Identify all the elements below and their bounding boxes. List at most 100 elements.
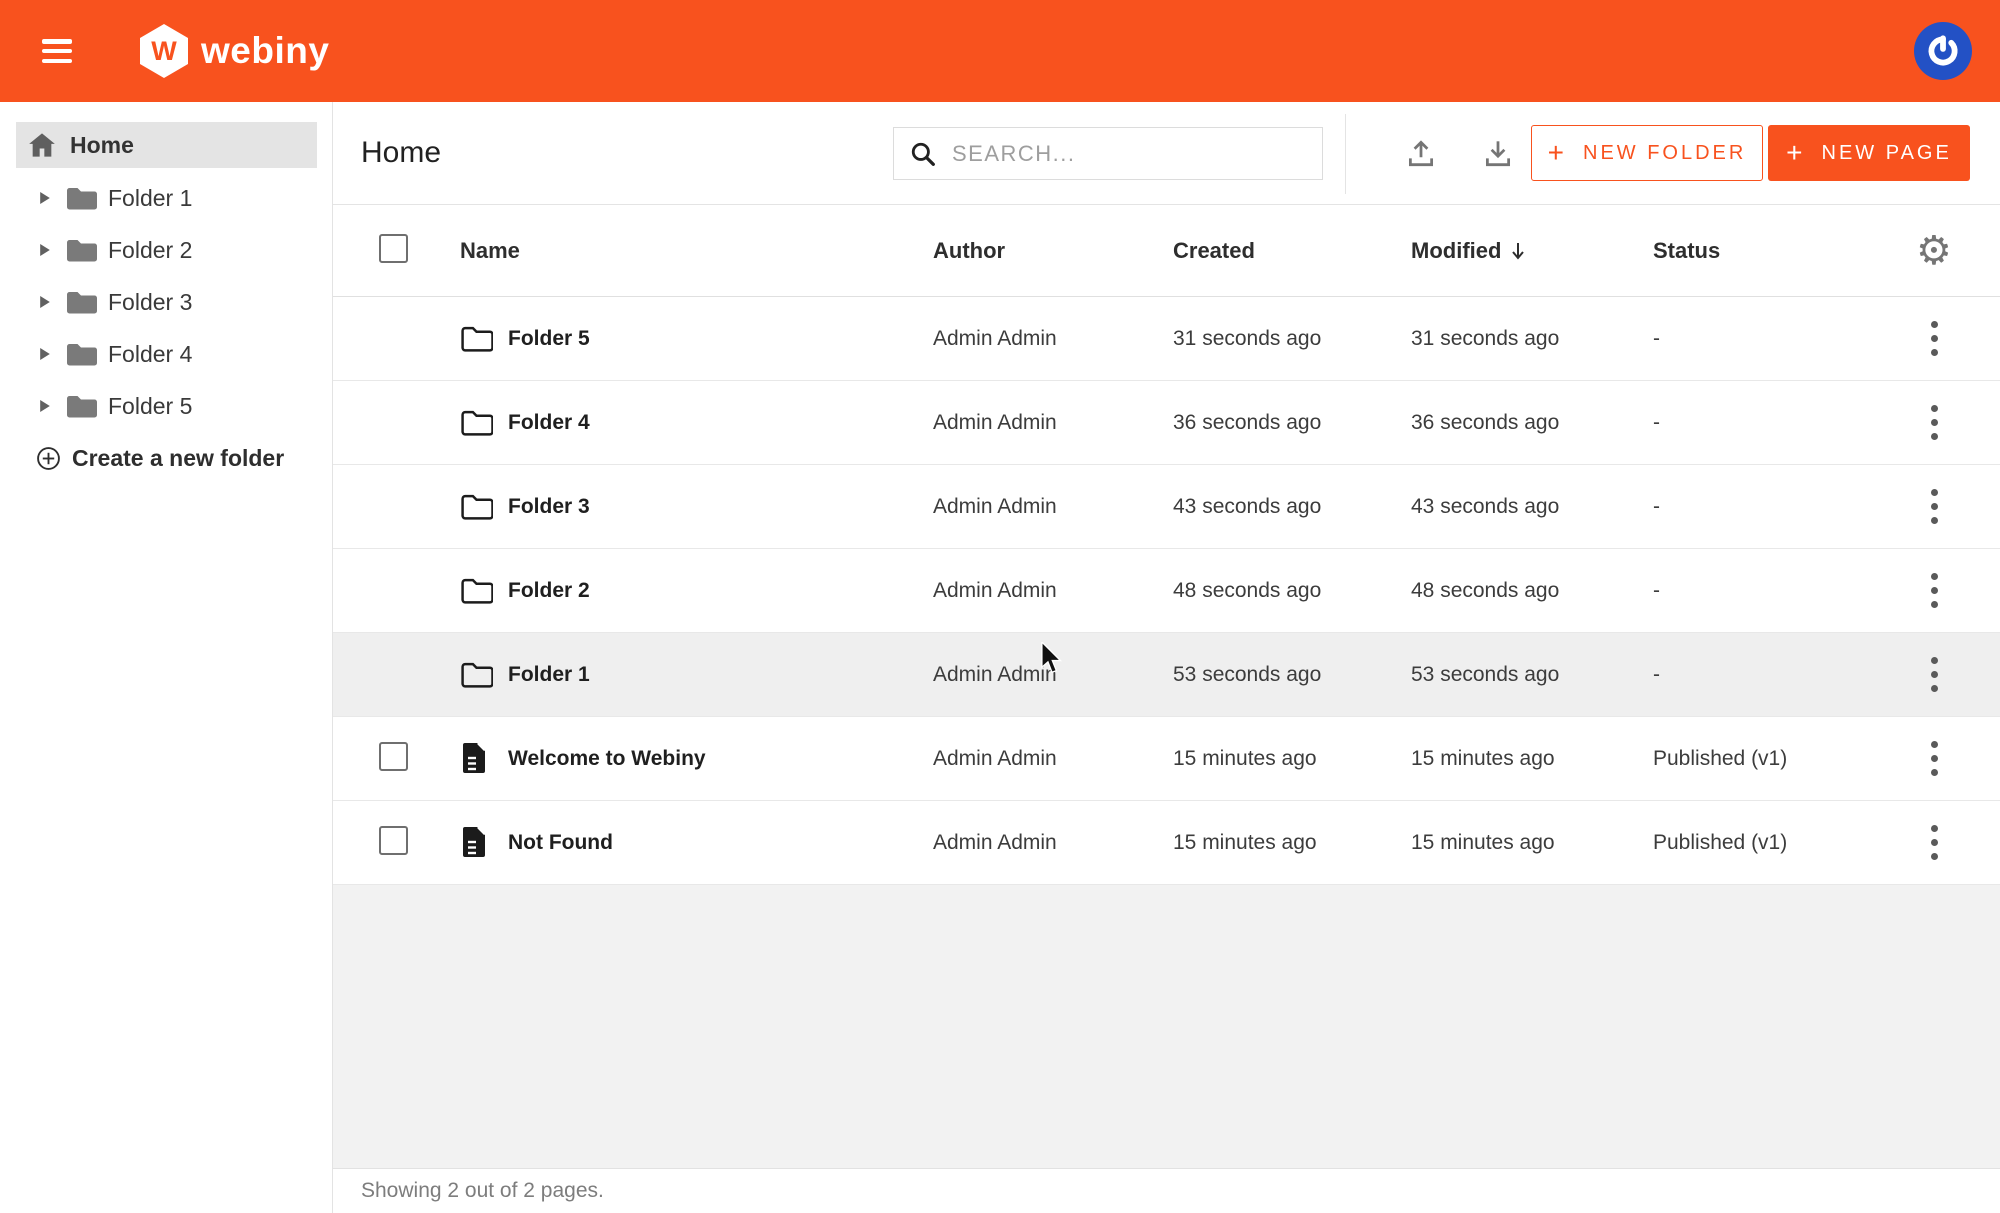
- table-header: Name Author Created Modified Status: [333, 205, 2000, 297]
- sidebar-folder-item[interactable]: Folder 2: [0, 224, 332, 276]
- row-author: Admin Admin: [933, 495, 1173, 519]
- content-header: Home: [333, 102, 2000, 205]
- table-row[interactable]: Not Found Admin Admin 15 minutes ago 15 …: [333, 801, 2000, 885]
- row-created: 15 minutes ago: [1173, 831, 1411, 855]
- export-download-button[interactable]: [1476, 131, 1520, 175]
- table-row[interactable]: Folder 1 Admin Admin 53 seconds ago 53 s…: [333, 633, 2000, 717]
- search-input[interactable]: [952, 141, 1306, 167]
- main-content: Home: [333, 102, 2000, 1213]
- row-name: Folder 3: [508, 495, 933, 519]
- row-menu-kebab-button[interactable]: [1925, 567, 1944, 614]
- create-new-folder-button[interactable]: Create a new folder: [0, 432, 332, 484]
- sidebar-folder-item[interactable]: Folder 5: [0, 380, 332, 432]
- table-row[interactable]: Folder 5 Admin Admin 31 seconds ago 31 s…: [333, 297, 2000, 381]
- row-modified: 48 seconds ago: [1411, 579, 1653, 603]
- sidebar-folder-label: Folder 4: [108, 341, 192, 368]
- table-row[interactable]: Welcome to Webiny Admin Admin 15 minutes…: [333, 717, 2000, 801]
- row-created: 48 seconds ago: [1173, 579, 1411, 603]
- row-author: Admin Admin: [933, 663, 1173, 687]
- sidebar: Home Folder 1 Folder 2: [0, 102, 333, 1213]
- table-row[interactable]: Folder 2 Admin Admin 48 seconds ago 48 s…: [333, 549, 2000, 633]
- page-icon: [460, 742, 487, 775]
- row-author: Admin Admin: [933, 327, 1173, 351]
- user-avatar[interactable]: [1914, 22, 1972, 80]
- row-status: -: [1653, 327, 1903, 351]
- row-menu-kebab-button[interactable]: [1925, 735, 1944, 782]
- new-folder-button[interactable]: + NEW FOLDER: [1531, 125, 1763, 181]
- sidebar-folder-item[interactable]: Folder 3: [0, 276, 332, 328]
- sidebar-folder-item[interactable]: Folder 4: [0, 328, 332, 380]
- chevron-right-icon[interactable]: [40, 348, 50, 360]
- sidebar-home-label: Home: [70, 132, 134, 159]
- row-status: Published (v1): [1653, 747, 1903, 771]
- create-new-folder-label: Create a new folder: [72, 445, 284, 472]
- table-row[interactable]: Folder 3 Admin Admin 43 seconds ago 43 s…: [333, 465, 2000, 549]
- table-row[interactable]: Folder 4 Admin Admin 36 seconds ago 36 s…: [333, 381, 2000, 465]
- webiny-logo[interactable]: W webiny: [140, 24, 329, 78]
- folder-icon: [65, 185, 97, 212]
- row-menu-kebab-button[interactable]: [1925, 483, 1944, 530]
- column-header-created[interactable]: Created: [1173, 238, 1411, 264]
- sidebar-folder-item[interactable]: Folder 1: [0, 172, 332, 224]
- select-all-checkbox[interactable]: [379, 234, 408, 263]
- brand-wordmark: webiny: [201, 30, 329, 72]
- page-icon: [460, 826, 487, 859]
- chevron-right-icon[interactable]: [40, 244, 50, 256]
- row-modified: 36 seconds ago: [1411, 411, 1653, 435]
- row-author: Admin Admin: [933, 831, 1173, 855]
- row-checkbox[interactable]: [379, 826, 408, 855]
- row-modified: 15 minutes ago: [1411, 831, 1653, 855]
- menu-icon[interactable]: [42, 39, 72, 63]
- row-name: Not Found: [508, 831, 933, 855]
- empty-table-area: [333, 885, 2000, 1168]
- row-name: Folder 4: [508, 411, 933, 435]
- sidebar-folder-list: Folder 1 Folder 2 Folder 3: [0, 172, 332, 432]
- row-status: -: [1653, 495, 1903, 519]
- row-modified: 31 seconds ago: [1411, 327, 1653, 351]
- row-status: Published (v1): [1653, 831, 1903, 855]
- row-name: Folder 5: [508, 327, 933, 351]
- column-header-name[interactable]: Name: [460, 238, 933, 264]
- new-page-button[interactable]: + NEW PAGE: [1768, 125, 1970, 181]
- column-header-status[interactable]: Status: [1653, 238, 1903, 264]
- folder-outline-icon: [460, 325, 493, 353]
- row-menu-kebab-button[interactable]: [1925, 651, 1944, 698]
- chevron-right-icon[interactable]: [40, 192, 50, 204]
- webiny-hexagon-icon: W: [140, 24, 188, 78]
- plus-icon: +: [1786, 139, 1805, 167]
- search-box: [893, 127, 1323, 180]
- row-menu-kebab-button[interactable]: [1925, 819, 1944, 866]
- logo-letter: W: [151, 36, 176, 67]
- row-created: 43 seconds ago: [1173, 495, 1411, 519]
- row-menu-kebab-button[interactable]: [1925, 399, 1944, 446]
- sidebar-folder-label: Folder 3: [108, 289, 192, 316]
- search-icon: [910, 141, 936, 167]
- row-author: Admin Admin: [933, 747, 1173, 771]
- row-modified: 53 seconds ago: [1411, 663, 1653, 687]
- row-menu-kebab-button[interactable]: [1925, 315, 1944, 362]
- chevron-right-icon[interactable]: [40, 400, 50, 412]
- pagination-summary: Showing 2 out of 2 pages.: [361, 1179, 604, 1203]
- top-app-bar: W webiny: [0, 0, 2000, 102]
- add-circle-icon: [36, 446, 61, 471]
- sidebar-item-home[interactable]: Home: [16, 122, 317, 168]
- folder-icon: [65, 393, 97, 420]
- folder-icon: [65, 341, 97, 368]
- import-upload-button[interactable]: [1399, 131, 1443, 175]
- row-created: 15 minutes ago: [1173, 747, 1411, 771]
- sidebar-folder-label: Folder 1: [108, 185, 192, 212]
- chevron-right-icon[interactable]: [40, 296, 50, 308]
- row-created: 53 seconds ago: [1173, 663, 1411, 687]
- row-created: 36 seconds ago: [1173, 411, 1411, 435]
- sidebar-folder-label: Folder 5: [108, 393, 192, 420]
- column-header-modified[interactable]: Modified: [1411, 238, 1653, 264]
- new-folder-label: NEW FOLDER: [1583, 142, 1746, 165]
- row-modified: 15 minutes ago: [1411, 747, 1653, 771]
- column-header-author[interactable]: Author: [933, 238, 1173, 264]
- home-icon: [28, 132, 56, 158]
- row-created: 31 seconds ago: [1173, 327, 1411, 351]
- row-checkbox[interactable]: [379, 742, 408, 771]
- row-status: -: [1653, 663, 1903, 687]
- new-page-label: NEW PAGE: [1822, 142, 1952, 165]
- table-settings-gear-icon[interactable]: ⚙: [1916, 231, 1952, 271]
